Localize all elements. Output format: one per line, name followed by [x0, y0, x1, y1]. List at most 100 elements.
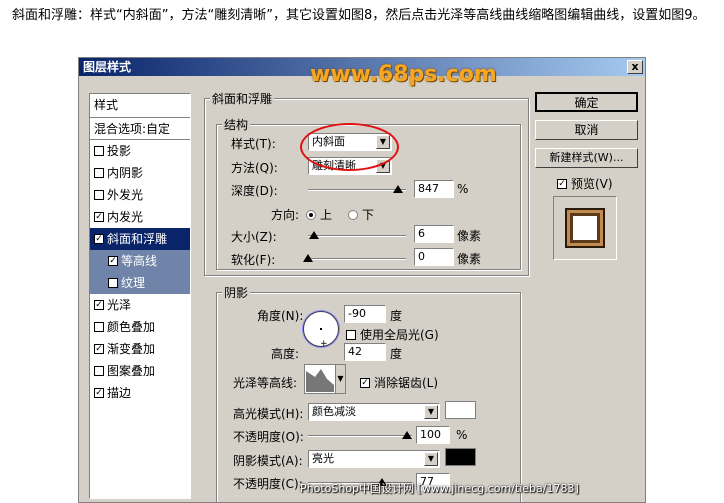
altitude-label: 高度:: [271, 347, 300, 361]
style-list-label: 图案叠加: [107, 364, 156, 378]
preview-checkbox[interactable]: ✓ 预览(V): [557, 175, 613, 192]
size-field[interactable]: 6: [414, 225, 454, 243]
checkmark-icon: ✓: [360, 377, 370, 388]
angle-unit: 度: [390, 309, 403, 323]
angle-dial-center: [320, 328, 322, 330]
depth-field[interactable]: 847: [414, 180, 454, 198]
watermark-text: www.68ps.com: [310, 62, 497, 87]
size-label: 大小(Z):: [231, 230, 277, 244]
checkbox-icon[interactable]: [94, 168, 104, 178]
gloss-contour-thumbnail[interactable]: ▼: [304, 364, 346, 394]
technique-label: 方法(Q):: [231, 161, 278, 175]
shading-title: 阴影: [222, 284, 251, 301]
checkmark-icon: ✓: [557, 178, 567, 189]
angle-dial[interactable]: +: [303, 311, 339, 349]
soften-slider-thumb[interactable]: [303, 254, 313, 262]
style-list-item[interactable]: ✓ 渐变叠加: [90, 338, 190, 360]
style-list-item[interactable]: ✓ 等高线: [90, 250, 190, 272]
checkmark-icon[interactable]: ✓: [94, 388, 104, 398]
style-list-label: 描边: [107, 386, 132, 400]
depth-label: 深度(D):: [231, 184, 278, 198]
style-list-label: 内发光: [107, 210, 144, 224]
style-list-label: 渐变叠加: [107, 342, 156, 356]
style-list-item[interactable]: ✓ 光泽: [90, 294, 190, 316]
soften-field[interactable]: 0: [414, 248, 454, 266]
highlight-opacity-slider[interactable]: [308, 435, 412, 437]
style-list-label: 内阴影: [107, 166, 144, 180]
style-list-item[interactable]: 外发光: [90, 184, 190, 206]
radio-selected-icon: [306, 209, 316, 220]
checkmark-icon[interactable]: ✓: [94, 344, 104, 354]
preview-inner: [573, 216, 597, 240]
highlight-opacity-unit: %: [456, 428, 468, 442]
altitude-unit: 度: [390, 347, 403, 361]
preview-thumbnail: [553, 196, 617, 260]
styles-header[interactable]: 样式: [90, 94, 190, 118]
size-slider-thumb[interactable]: [309, 231, 319, 239]
crosshair-icon: +: [320, 339, 328, 349]
dialog-title: 图层样式: [83, 60, 132, 74]
style-list-label: 颜色叠加: [107, 320, 156, 334]
checkbox-icon[interactable]: [94, 322, 104, 332]
size-slider[interactable]: [308, 235, 406, 237]
size-unit: 像素: [457, 229, 482, 243]
checkmark-icon[interactable]: ✓: [94, 234, 104, 244]
intro-text: 斜面和浮雕：样式“内斜面”，方法“雕刻清晰”，其它设置如图8，然后点击光泽等高线…: [12, 8, 706, 23]
shadow-color-swatch[interactable]: [445, 448, 476, 466]
style-list-item[interactable]: 投影: [90, 140, 190, 162]
direction-up-radio[interactable]: 上: [306, 206, 332, 223]
style-list-item[interactable]: ✓ 斜面和浮雕: [90, 228, 190, 250]
style-list-item[interactable]: 图案叠加: [90, 360, 190, 382]
direction-down-radio[interactable]: 下: [348, 206, 374, 223]
styles-list: 样式 混合选项:自定 投影 内阴影 外发光 ✓ 内发光 ✓ 斜面和浮雕 ✓ 等高线 纹理 ✓ 光泽 颜色…: [89, 93, 191, 499]
global-light-checkbox[interactable]: 使用全局光(G): [346, 326, 439, 343]
ok-button[interactable]: 确定: [535, 92, 638, 112]
bevel-section-title: 斜面和浮雕: [210, 90, 275, 107]
checkmark-icon[interactable]: ✓: [94, 212, 104, 222]
altitude-field[interactable]: 42: [344, 343, 386, 361]
highlight-color-swatch[interactable]: [445, 401, 476, 419]
new-style-button[interactable]: 新建样式(W)...: [535, 148, 638, 168]
shadow-opacity-label: 不透明度(C):: [233, 477, 303, 491]
anti-alias-checkbox[interactable]: ✓ 消除锯齿(L): [360, 374, 438, 391]
radio-icon: [348, 209, 358, 220]
checkbox-icon: [346, 329, 356, 340]
style-list-label: 外发光: [107, 188, 144, 202]
checkbox-icon[interactable]: [108, 278, 118, 288]
close-button[interactable]: x: [627, 60, 643, 74]
angle-field[interactable]: -90: [344, 305, 386, 323]
gloss-contour-label: 光泽等高线:: [233, 376, 298, 390]
style-list-item[interactable]: ✓ 描边: [90, 382, 190, 404]
style-list-item[interactable]: 内阴影: [90, 162, 190, 184]
depth-slider[interactable]: [308, 189, 406, 191]
checkbox-icon[interactable]: [94, 366, 104, 376]
checkbox-icon[interactable]: [94, 146, 104, 156]
style-list-label: 纹理: [121, 276, 146, 290]
layer-style-dialog: 图层样式 x 样式 混合选项:自定 投影 内阴影 外发光 ✓ 内发光 ✓ 斜面和浮雕 ✓ 等高线…: [78, 57, 646, 503]
footer-watermark: PhotoShop中国设计网 [www.jinecg.com/tieba/178…: [300, 482, 579, 495]
style-label: 样式(T):: [231, 137, 276, 151]
style-list-item[interactable]: 纹理: [90, 272, 190, 294]
blending-options[interactable]: 混合选项:自定: [90, 118, 190, 140]
chevron-down-icon[interactable]: ▼: [335, 365, 345, 393]
shadow-mode-select[interactable]: 亮光 ▼: [308, 450, 440, 468]
cancel-button[interactable]: 取消: [535, 120, 638, 140]
highlight-mode-label: 高光模式(H):: [233, 407, 304, 421]
chevron-down-icon: ▼: [424, 405, 438, 419]
style-list-item[interactable]: ✓ 内发光: [90, 206, 190, 228]
depth-slider-thumb[interactable]: [393, 185, 403, 193]
style-list-label: 等高线: [121, 254, 158, 268]
highlight-opacity-thumb[interactable]: [402, 431, 412, 439]
highlight-opacity-field[interactable]: 100: [416, 426, 450, 444]
style-list-item[interactable]: 颜色叠加: [90, 316, 190, 338]
checkbox-icon[interactable]: [94, 190, 104, 200]
direction-label: 方向:: [271, 208, 300, 222]
checkmark-icon[interactable]: ✓: [94, 300, 104, 310]
highlight-mode-select[interactable]: 颜色减淡 ▼: [308, 403, 440, 421]
contour-curve-icon: [306, 369, 334, 392]
depth-unit: %: [457, 182, 469, 196]
chevron-down-icon: ▼: [424, 452, 438, 466]
annotation-oval: [300, 123, 399, 171]
soften-slider[interactable]: [308, 258, 406, 260]
checkmark-icon[interactable]: ✓: [108, 256, 118, 266]
